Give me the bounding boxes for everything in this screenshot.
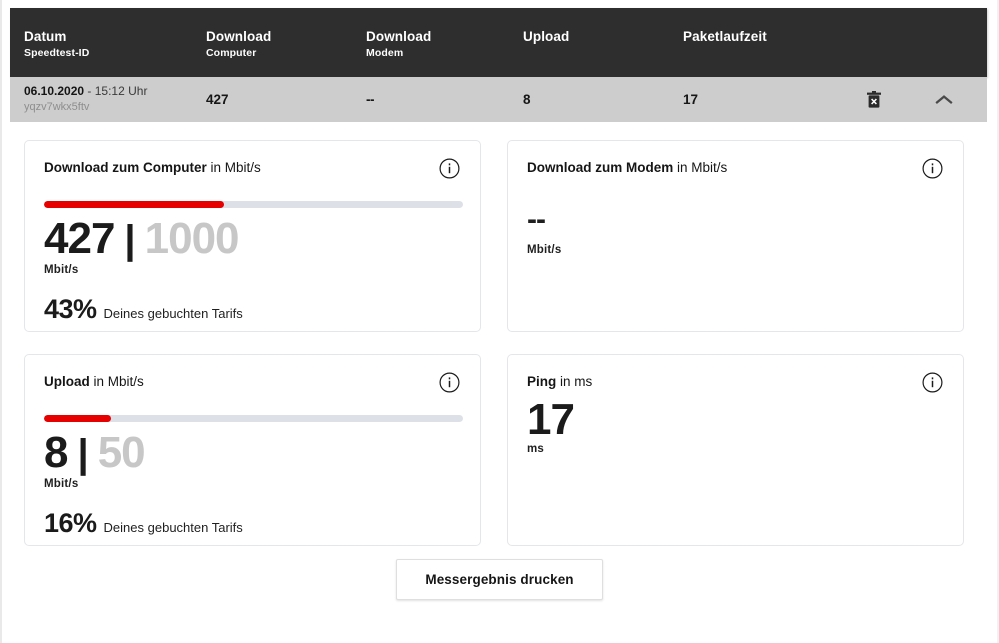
progress-bar-download-computer bbox=[44, 201, 463, 208]
info-icon[interactable] bbox=[439, 372, 460, 393]
cell-actions bbox=[843, 87, 973, 113]
result-date: 06.10.2020 bbox=[24, 84, 85, 99]
column-header-download-modem-title: Download bbox=[366, 29, 432, 44]
result-time: 15:12 Uhr bbox=[94, 84, 148, 99]
cell-download-computer: 427 bbox=[206, 92, 366, 107]
card-upload-title-strong: Upload bbox=[44, 374, 90, 389]
metric-separator: | bbox=[124, 218, 136, 262]
date-separator: - bbox=[87, 84, 92, 99]
column-header-download-modem: Download Modem bbox=[366, 29, 523, 61]
metric-unit-ping: ms bbox=[527, 443, 545, 455]
column-header-download-computer-sub: Computer bbox=[206, 47, 257, 59]
metric-percent-label-download-computer: Deines gebuchten Tarifs bbox=[103, 306, 243, 321]
column-header-upload-title: Upload bbox=[523, 29, 570, 44]
card-download-modem-header: Download zum Modem in Mbit/s bbox=[527, 158, 943, 179]
metric-value-upload: 8 bbox=[44, 428, 69, 477]
metric-value-ping: 17 bbox=[527, 395, 575, 444]
print-result-button[interactable]: Messergebnis drucken bbox=[396, 559, 603, 600]
print-button-container: Messergebnis drucken bbox=[2, 559, 997, 600]
delete-result-button[interactable] bbox=[861, 87, 887, 113]
card-upload-percent-row: 16% Deines gebuchten Tarifs bbox=[44, 509, 460, 542]
progress-bar-fill bbox=[44, 201, 225, 208]
card-download-computer-title-light: in Mbit/s bbox=[206, 160, 261, 175]
metric-separator: | bbox=[77, 432, 89, 476]
card-upload-title-light: in Mbit/s bbox=[89, 374, 144, 389]
chevron-up-icon bbox=[935, 94, 953, 104]
card-upload-values: 8 | 50 bbox=[44, 428, 460, 477]
column-header-paketlaufzeit: Paketlaufzeit bbox=[683, 29, 843, 46]
column-header-download-computer: Download Computer bbox=[206, 29, 366, 61]
trash-icon bbox=[867, 91, 881, 108]
metric-value-download-modem: -- bbox=[527, 203, 546, 236]
cell-datum: 06.10.2020 - 15:12 Uhr yqzv7wkx5ftv bbox=[10, 84, 206, 114]
card-ping-header: Ping in ms bbox=[527, 372, 943, 393]
card-upload-header: Upload in Mbit/s bbox=[44, 372, 460, 393]
card-download-computer-values: 427 | 1000 bbox=[44, 214, 460, 263]
progress-bar-upload bbox=[44, 415, 463, 422]
column-header-download-modem-sub: Modem bbox=[366, 47, 404, 59]
card-download-computer-header: Download zum Computer in Mbit/s bbox=[44, 158, 460, 179]
value-download-computer: 427 bbox=[206, 92, 229, 107]
card-ping-title: Ping in ms bbox=[527, 373, 592, 391]
column-header-upload: Upload bbox=[523, 29, 683, 46]
card-download-modem: Download zum Modem in Mbit/s -- Mbit/s bbox=[507, 140, 964, 332]
table-header-row: Datum Speedtest-ID Download Computer Dow… bbox=[10, 8, 987, 77]
info-icon[interactable] bbox=[922, 158, 943, 179]
column-header-datum: Datum Speedtest-ID bbox=[10, 29, 206, 61]
column-header-datum-sub: Speedtest-ID bbox=[24, 47, 90, 59]
speedtest-result-page: Datum Speedtest-ID Download Computer Dow… bbox=[0, 0, 999, 643]
speedtest-history-table: Datum Speedtest-ID Download Computer Dow… bbox=[10, 8, 987, 122]
metric-percent-download-computer: 43% bbox=[44, 294, 97, 324]
collapse-details-button[interactable] bbox=[931, 87, 957, 113]
card-download-modem-title-strong: Download zum Modem bbox=[527, 160, 674, 175]
info-icon[interactable] bbox=[439, 158, 460, 179]
card-download-modem-title: Download zum Modem in Mbit/s bbox=[527, 159, 727, 177]
cell-download-modem: -- bbox=[366, 92, 523, 107]
value-download-modem: -- bbox=[366, 92, 375, 107]
value-paketlaufzeit: 17 bbox=[683, 92, 699, 107]
card-ping-title-strong: Ping bbox=[527, 374, 557, 389]
card-upload: Upload in Mbit/s 8 | 50 Mbit/s 16% Deine… bbox=[24, 354, 481, 546]
card-download-computer-title-strong: Download zum Computer bbox=[44, 160, 207, 175]
info-icon[interactable] bbox=[922, 372, 943, 393]
metric-value-download-computer: 427 bbox=[44, 214, 115, 263]
value-upload: 8 bbox=[523, 92, 531, 107]
metric-unit-download-modem: Mbit/s bbox=[527, 244, 562, 256]
metric-cards-grid: Download zum Computer in Mbit/s 427 | 10… bbox=[24, 140, 964, 546]
column-header-datum-title: Datum bbox=[24, 29, 67, 44]
metric-unit-download-computer: Mbit/s bbox=[44, 264, 79, 276]
table-row[interactable]: 06.10.2020 - 15:12 Uhr yqzv7wkx5ftv 427 … bbox=[10, 77, 987, 122]
cell-upload: 8 bbox=[523, 92, 683, 107]
card-download-computer-title: Download zum Computer in Mbit/s bbox=[44, 159, 261, 177]
card-download-computer: Download zum Computer in Mbit/s 427 | 10… bbox=[24, 140, 481, 332]
progress-bar-fill bbox=[44, 415, 112, 422]
card-download-computer-percent-row: 43% Deines gebuchten Tarifs bbox=[44, 295, 460, 328]
column-header-download-computer-title: Download bbox=[206, 29, 272, 44]
cell-paketlaufzeit: 17 bbox=[683, 92, 843, 107]
card-upload-title: Upload in Mbit/s bbox=[44, 373, 144, 391]
card-download-modem-title-light: in Mbit/s bbox=[673, 160, 728, 175]
card-ping: Ping in ms 17 ms bbox=[507, 354, 964, 546]
metric-max-download-computer: 1000 bbox=[144, 214, 240, 263]
metric-max-upload: 50 bbox=[97, 428, 146, 477]
metric-percent-upload: 16% bbox=[44, 508, 97, 538]
speedtest-id: yqzv7wkx5ftv bbox=[24, 101, 90, 114]
card-ping-title-light: in ms bbox=[556, 374, 593, 389]
metric-percent-label-upload: Deines gebuchten Tarifs bbox=[103, 520, 243, 535]
column-header-paketlaufzeit-title: Paketlaufzeit bbox=[683, 29, 767, 44]
metric-unit-upload: Mbit/s bbox=[44, 478, 79, 490]
